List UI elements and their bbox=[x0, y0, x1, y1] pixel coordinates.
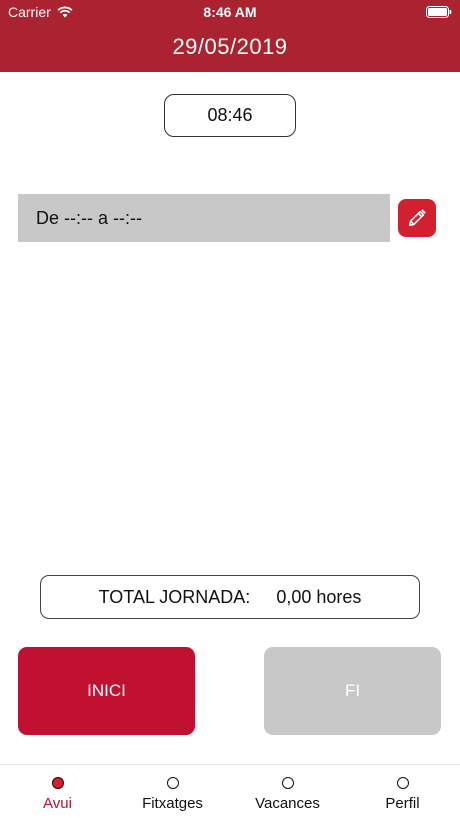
total-label: TOTAL JORNADA: bbox=[98, 586, 251, 607]
pencil-icon bbox=[408, 209, 426, 227]
status-time: 8:46 AM bbox=[203, 4, 257, 20]
current-time-display: 08:46 bbox=[164, 94, 296, 137]
tab-fitxatges-label: Fitxatges bbox=[142, 795, 203, 812]
tab-fitxatges[interactable]: Fitxatges bbox=[115, 765, 230, 818]
end-button[interactable]: FI bbox=[264, 647, 441, 735]
tab-bar: Avui Fitxatges Vacances Perfil bbox=[0, 764, 460, 818]
tab-avui-label: Avui bbox=[43, 795, 72, 812]
tab-perfil[interactable]: Perfil bbox=[345, 765, 460, 818]
app-screen: Carrier 8:46 AM 29/05/2019 08:46 De --:-… bbox=[0, 0, 460, 818]
shift-range: De --:-- a --:-- bbox=[18, 194, 390, 242]
status-bar: Carrier 8:46 AM bbox=[0, 0, 460, 24]
tab-vacances[interactable]: Vacances bbox=[230, 765, 345, 818]
shift-range-text: De --:-- a --:-- bbox=[36, 207, 142, 228]
tab-avui-indicator bbox=[51, 777, 64, 789]
tab-vacances-indicator bbox=[281, 777, 294, 789]
header-bar: Carrier 8:46 AM 29/05/2019 bbox=[0, 0, 460, 72]
tab-avui[interactable]: Avui bbox=[0, 765, 115, 818]
start-button[interactable]: INICI bbox=[18, 647, 195, 735]
tab-perfil-indicator bbox=[396, 777, 409, 789]
edit-shift-button[interactable] bbox=[398, 199, 436, 237]
total-value: 0,00 hores bbox=[276, 586, 362, 607]
battery-icon bbox=[426, 6, 452, 18]
date-title: 29/05/2019 bbox=[172, 34, 288, 59]
tab-perfil-label: Perfil bbox=[385, 795, 420, 812]
tab-fitxatges-indicator bbox=[166, 777, 179, 789]
total-workday: TOTAL JORNADA: 0,00 hores bbox=[40, 575, 420, 619]
tab-vacances-label: Vacances bbox=[255, 795, 320, 812]
